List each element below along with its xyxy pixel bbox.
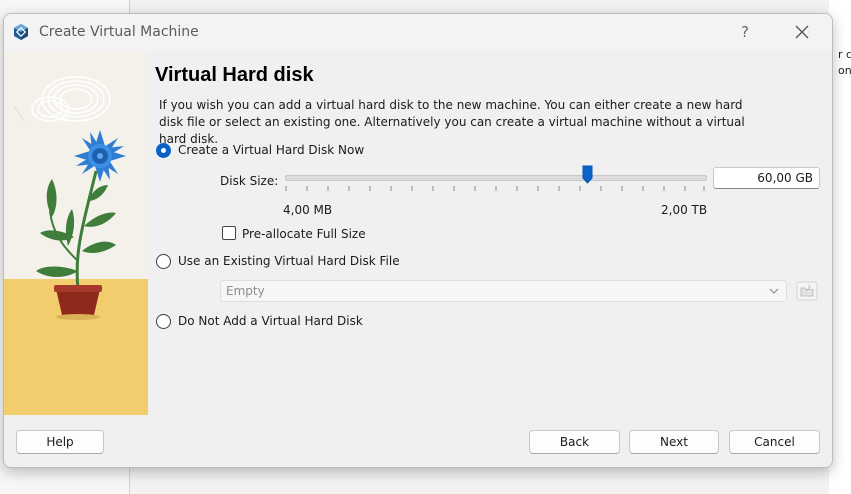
disk-size-slider-thumb[interactable] <box>582 165 593 184</box>
folder-open-icon[interactable] <box>796 281 818 301</box>
page-description: If you wish you can add a virtual hard d… <box>159 98 745 146</box>
radio-use-existing-disk-label[interactable]: Use an Existing Virtual Hard Disk File <box>178 254 400 268</box>
existing-disk-select[interactable]: Empty <box>220 280 787 302</box>
radio-use-existing-disk[interactable] <box>156 254 171 269</box>
preallocate-checkbox[interactable] <box>222 226 236 240</box>
preallocate-label[interactable]: Pre-allocate Full Size <box>242 227 366 241</box>
next-button[interactable]: Next <box>629 430 719 454</box>
chevron-down-icon <box>769 288 779 294</box>
disk-size-slider-track[interactable] <box>285 175 707 181</box>
page-title: Virtual Hard disk <box>155 64 314 86</box>
disk-size-label: Disk Size: <box>220 174 279 188</box>
button-bar: Help Back Next Cancel <box>4 415 832 467</box>
close-button[interactable] <box>790 21 814 43</box>
radio-no-disk[interactable] <box>156 314 171 329</box>
disk-size-min-label: 4,00 MB <box>283 203 333 217</box>
cancel-button[interactable]: Cancel <box>729 430 820 454</box>
back-button[interactable]: Back <box>529 430 620 454</box>
radio-no-disk-label[interactable]: Do Not Add a Virtual Hard Disk <box>178 314 363 328</box>
radio-create-new-disk[interactable] <box>156 143 171 158</box>
disk-size-slider-ticks <box>285 186 705 191</box>
background-text-line: r co <box>838 48 851 61</box>
title-bar[interactable]: Create Virtual Machine ? <box>4 14 832 50</box>
help-title-button[interactable]: ? <box>735 21 755 43</box>
virtualbox-icon <box>12 23 30 41</box>
existing-disk-select-value: Empty <box>226 284 265 298</box>
background-text-line: ond <box>838 64 851 77</box>
disk-size-input[interactable]: 60,00 GB <box>713 167 820 189</box>
close-icon <box>795 25 809 39</box>
wizard-illustration <box>4 51 148 415</box>
window-title: Create Virtual Machine <box>39 24 199 40</box>
disk-size-max-label: 2,00 TB <box>661 203 708 217</box>
create-vm-dialog: Create Virtual Machine ? Virtual Hard di… <box>3 13 833 468</box>
radio-create-new-disk-label[interactable]: Create a Virtual Hard Disk Now <box>178 143 364 157</box>
help-button[interactable]: Help <box>16 430 104 454</box>
